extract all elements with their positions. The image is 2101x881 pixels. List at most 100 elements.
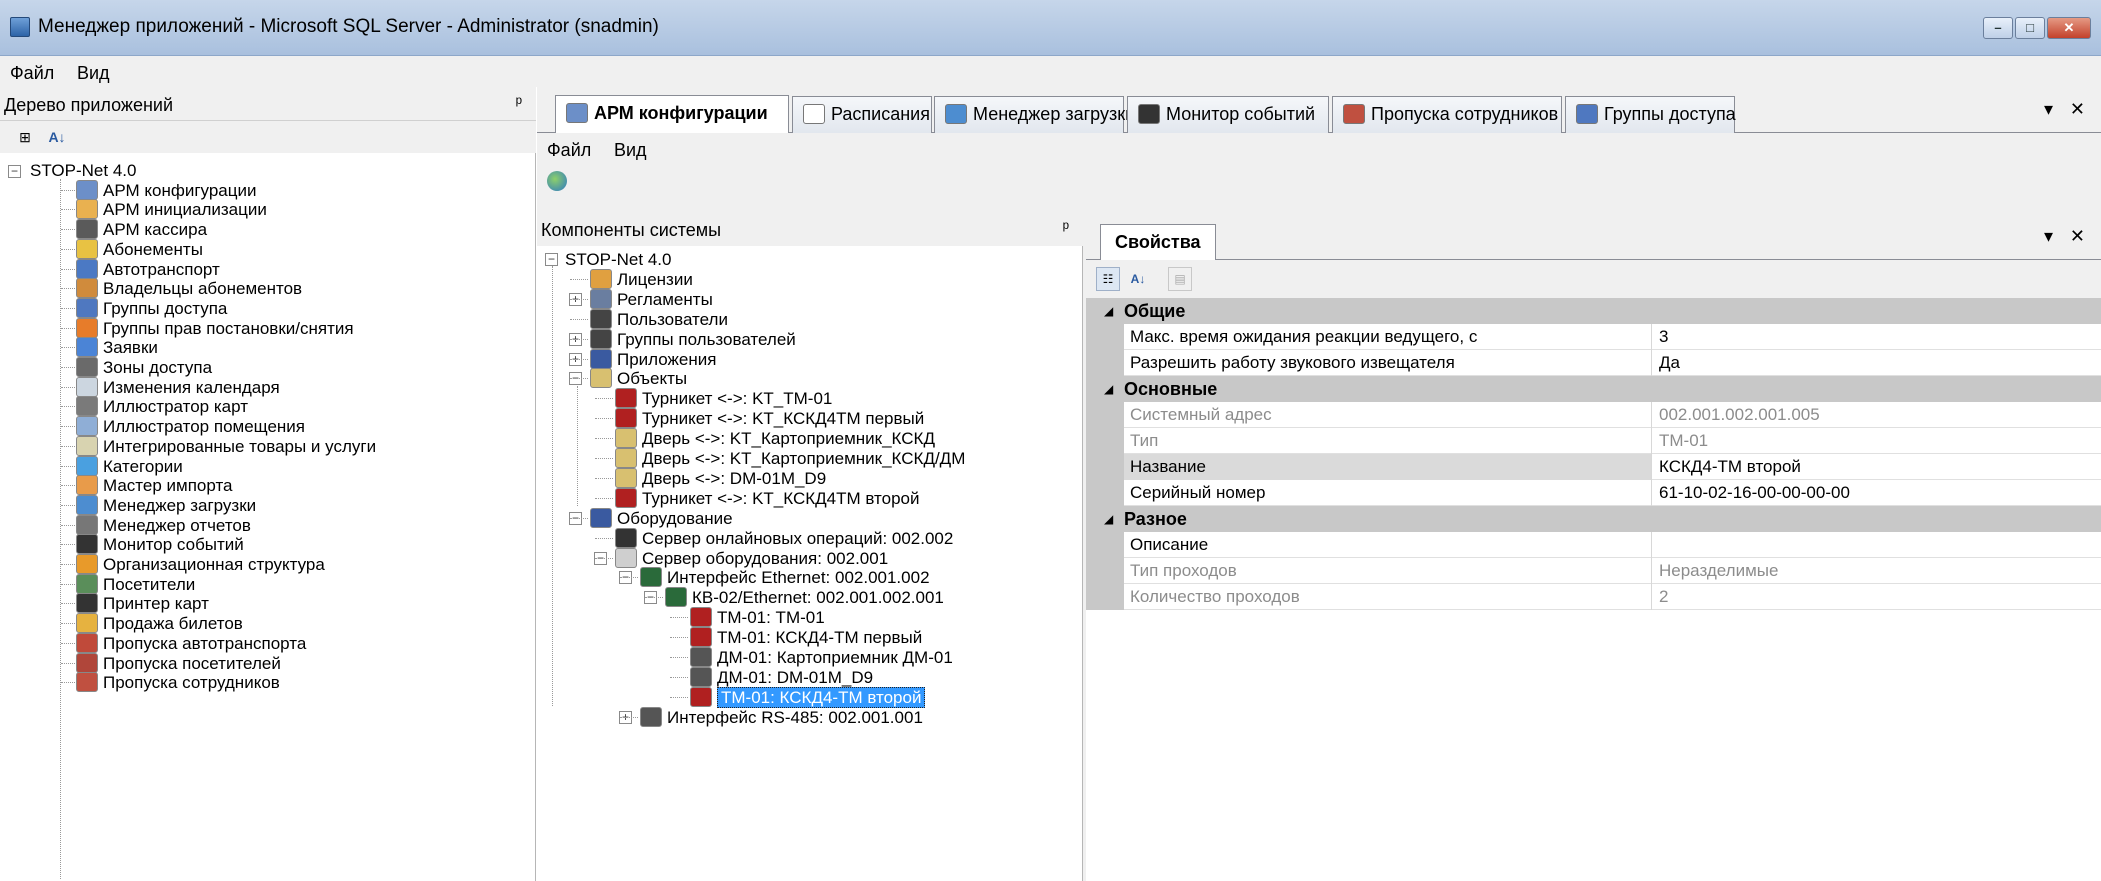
tree-guide: [595, 497, 613, 499]
property-name: Системный адрес: [1124, 402, 1652, 428]
tree-guide: [670, 617, 688, 619]
property-row[interactable]: Системный адрес 002.001.002.001.005: [1086, 402, 2101, 428]
gutter: [1086, 558, 1124, 584]
property-category[interactable]: ◢ Разное: [1086, 506, 2101, 532]
pin-icon[interactable]: ᵖ: [1063, 218, 1069, 238]
components-tree-item[interactable]: Интерфейс RS-485: 002.001.001: [640, 704, 923, 731]
property-value[interactable]: Неразделимые: [1653, 558, 2101, 584]
tree-guide: [61, 603, 75, 605]
tree-guide: [61, 485, 75, 487]
property-category[interactable]: ◢ Общие: [1086, 298, 2101, 324]
submenu-file[interactable]: Файл: [547, 140, 591, 161]
property-name: Тип: [1124, 428, 1652, 454]
gutter: [1086, 428, 1124, 454]
tab-icon: [1343, 104, 1365, 124]
tab-label: Расписания: [831, 104, 930, 124]
app-tree-toolbar: ⊞ A↓: [0, 121, 536, 153]
tree-guide: [61, 347, 75, 349]
property-category[interactable]: ◢ Основные: [1086, 376, 2101, 402]
tab-strip: ▾ ✕ АРМ конфигурации Расписания Менеджер з…: [537, 87, 2101, 133]
tab-close-icon[interactable]: ✕: [2070, 99, 2085, 120]
tab-5[interactable]: Пропуска сотрудников: [1332, 96, 1562, 133]
components-header: Компоненты системы ᵖ: [537, 212, 1083, 246]
submenu-view[interactable]: Вид: [614, 140, 647, 161]
property-value[interactable]: [1653, 532, 2101, 558]
tab-1[interactable]: АРМ конфигурации: [555, 95, 789, 133]
property-pages-icon[interactable]: ▤: [1168, 267, 1192, 291]
tab-menu-icon[interactable]: ▾: [2044, 99, 2053, 120]
menu-view[interactable]: Вид: [77, 63, 110, 84]
properties-panel: Свойства ▾ ✕ ☷ A↓ ▤ ◢ Общие Макс. время ож…: [1086, 212, 2101, 881]
tab-icon: [566, 103, 588, 123]
tree-guide: [595, 477, 613, 479]
sort-alpha-icon[interactable]: A↓: [46, 126, 68, 148]
minimize-button[interactable]: –: [1983, 17, 2013, 39]
category-label: Общие: [1124, 301, 1186, 321]
property-row[interactable]: Макс. время ожидания реакции ведущего, с…: [1086, 324, 2101, 350]
property-name: Количество проходов: [1124, 584, 1652, 610]
properties-menu-icon[interactable]: ▾: [2044, 226, 2053, 247]
property-value[interactable]: 002.001.002.001.005: [1653, 402, 2101, 428]
title-bar: Менеджер приложений - Microsoft SQL Serv…: [0, 0, 2101, 56]
tree-guide: [620, 716, 638, 718]
globe-icon[interactable]: [547, 171, 567, 191]
app-icon: [76, 672, 98, 693]
maximize-button[interactable]: □: [2015, 17, 2045, 39]
property-name: Макс. время ожидания реакции ведущего, с: [1124, 324, 1652, 350]
categorized-icon[interactable]: ☷: [1096, 267, 1120, 291]
collapse-icon[interactable]: −: [545, 253, 558, 266]
tab-2[interactable]: Расписания: [792, 96, 932, 133]
property-row[interactable]: Название КСКД4-ТМ второй: [1086, 454, 2101, 480]
collapse-icon[interactable]: ◢: [1104, 298, 1113, 324]
tab-label: Монитор событий: [1166, 104, 1316, 124]
close-button[interactable]: ✕: [2047, 17, 2091, 39]
property-row[interactable]: Тип ТМ-01: [1086, 428, 2101, 454]
collapse-icon[interactable]: ◢: [1104, 376, 1113, 402]
property-value[interactable]: 3: [1653, 324, 2101, 350]
properties-toolbar: ☷ A↓ ▤: [1086, 260, 2101, 298]
tab-icon: [945, 104, 967, 124]
property-value[interactable]: 2: [1653, 584, 2101, 610]
tab-label: Менеджер загрузки: [973, 104, 1136, 124]
tree-guide: [61, 406, 75, 408]
property-row[interactable]: Описание: [1086, 532, 2101, 558]
component-label: Интерфейс RS-485: 002.001.001: [667, 707, 923, 727]
tab-3[interactable]: Менеджер загрузки: [934, 96, 1135, 133]
collapse-icon[interactable]: −: [8, 165, 21, 178]
tab-label: АРМ конфигурации: [594, 103, 768, 123]
collapse-icon[interactable]: ◢: [1104, 506, 1113, 532]
property-value[interactable]: ТМ-01: [1653, 428, 2101, 454]
tree-guide: [670, 657, 688, 658]
tree-guide: [61, 426, 75, 428]
tree-guide: [670, 696, 688, 698]
sort-alpha-icon[interactable]: A↓: [1126, 267, 1150, 291]
tab-icon: [1138, 104, 1160, 124]
app-tree-title: Дерево приложений: [4, 95, 174, 115]
property-row[interactable]: Разрешить работу звукового извещателя Да: [1086, 350, 2101, 376]
submenu-bar: Файл Вид: [537, 133, 2101, 165]
gutter: [1086, 584, 1124, 610]
app-tree-panel: Дерево приложений ᵖ ⊞ A↓ − STOP-Net 4.0 …: [0, 87, 536, 881]
property-value[interactable]: Да: [1653, 350, 2101, 376]
tree-guide: [61, 268, 75, 270]
tree-view-icon[interactable]: ⊞: [14, 126, 36, 148]
app-tree-label: Пропуска сотрудников: [103, 673, 280, 693]
tab-4[interactable]: Монитор событий: [1127, 96, 1329, 133]
tree-guide: [570, 378, 588, 380]
tab-6[interactable]: Группы доступа: [1565, 96, 1736, 133]
property-row[interactable]: Тип проходов Неразделимые: [1086, 558, 2101, 584]
tree-guide: [61, 642, 75, 644]
tree-guide: [570, 358, 588, 360]
property-value[interactable]: 61-10-02-16-00-00-00-00: [1653, 480, 2101, 506]
pin-icon[interactable]: ᵖ: [516, 93, 522, 113]
tab-properties[interactable]: Свойства: [1100, 224, 1216, 261]
property-row[interactable]: Количество проходов 2: [1086, 584, 2101, 610]
menu-file[interactable]: Файл: [10, 63, 54, 84]
component-icon: [640, 706, 662, 727]
properties-close-icon[interactable]: ✕: [2070, 226, 2085, 247]
app-tree-item[interactable]: Пропуска сотрудников: [76, 669, 280, 696]
tree-guide: [595, 438, 613, 440]
tree-guide: [61, 583, 75, 585]
property-row[interactable]: Серийный номер 61-10-02-16-00-00-00-00: [1086, 480, 2101, 506]
property-value[interactable]: КСКД4-ТМ второй: [1653, 454, 2101, 480]
